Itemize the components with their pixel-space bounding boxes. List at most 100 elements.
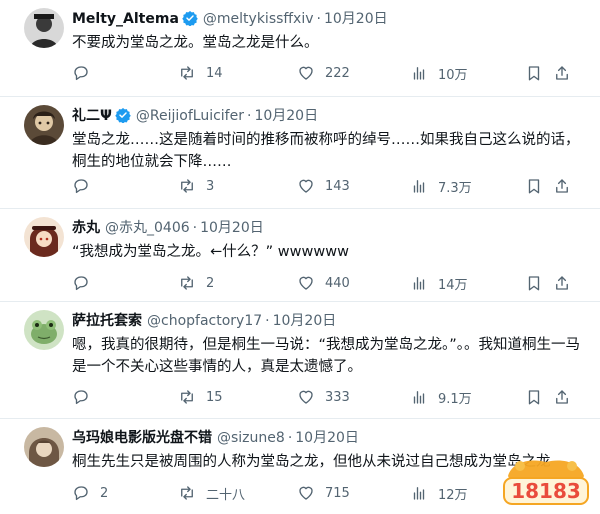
reply-icon — [74, 486, 88, 501]
reply-button[interactable]: 2 — [72, 482, 108, 504]
tweet[interactable]: Melty_Altema @meltykissffxiv · 10月20日 不要成为堂… — [0, 0, 600, 97]
retweet-icon — [181, 486, 193, 500]
bookmark-button[interactable] — [525, 272, 543, 294]
like-count: 333 — [325, 389, 350, 405]
tweet-date[interactable]: 10月20日 — [295, 430, 359, 446]
display-name[interactable]: 乌玛娘电影版光盘不错 — [72, 430, 212, 446]
separator: · — [316, 11, 321, 27]
share-button[interactable] — [553, 175, 571, 197]
tweet-date[interactable]: 10月20日 — [200, 220, 264, 236]
share-icon — [556, 276, 568, 290]
avatar[interactable] — [24, 217, 64, 257]
tweet-actions: 2 440 14万 — [72, 272, 582, 294]
views-button[interactable]: 9.1万 — [410, 386, 472, 408]
retweet-count: 15 — [206, 389, 223, 405]
user-handle[interactable]: @ReijiofLuicifer — [136, 108, 244, 124]
like-button[interactable]: 222 — [297, 62, 350, 84]
display-name[interactable]: 赤丸 — [72, 220, 100, 236]
share-icon — [556, 66, 568, 80]
like-button[interactable]: 715 — [297, 482, 350, 504]
view-count: 10万 — [438, 67, 468, 83]
tweet-date[interactable]: 10月20日 — [273, 313, 337, 329]
view-count: 12万 — [438, 487, 468, 503]
like-count: 143 — [325, 178, 350, 194]
tweet-header: Melty_Altema @meltykissffxiv · 10月20日 — [72, 10, 388, 28]
tweet-actions: 14 222 10万 — [72, 62, 582, 84]
retweet-count: 3 — [206, 178, 215, 194]
separator: · — [246, 108, 252, 124]
reply-icon — [74, 66, 88, 81]
tweet-actions: 15 333 9.1万 — [72, 386, 582, 408]
bookmark-button[interactable] — [525, 62, 543, 84]
heart-icon — [299, 66, 313, 80]
like-count: 222 — [325, 65, 350, 81]
share-icon — [556, 179, 568, 193]
tweet-text: 嗯，我真的很期待，但是桐生一马说：“我想成为堂岛之龙。”。。我知道桐生一马是一个… — [72, 337, 581, 375]
tweet[interactable]: 礼二Ψ @ReijiofLuicifer · 10月20日 堂岛之龙……这是随着时间的… — [0, 97, 600, 209]
reply-button[interactable] — [72, 175, 100, 197]
tweet-text: “我想成为堂岛之龙。←什么？” wwwwww — [72, 244, 349, 260]
display-name[interactable]: 萨拉托套索 — [72, 313, 142, 329]
user-handle[interactable]: @sizune8 — [217, 430, 285, 446]
bookmark-button[interactable] — [525, 386, 543, 408]
reply-button[interactable] — [72, 272, 100, 294]
tweet-date[interactable]: 10月20日 — [324, 11, 388, 27]
avatar[interactable] — [24, 8, 64, 48]
reply-button[interactable] — [72, 62, 100, 84]
share-button[interactable] — [553, 62, 571, 84]
tweet-actions: 3 143 7.3万 — [72, 175, 582, 197]
avatar[interactable] — [24, 310, 64, 350]
retweet-button[interactable]: 15 — [178, 386, 223, 408]
avatar[interactable] — [24, 105, 64, 145]
tweet[interactable]: 赤丸 @赤丸_0406 · 10月20日 “我想成为堂岛之龙。←什么？” wwwwww… — [0, 209, 600, 302]
retweet-icon — [181, 390, 193, 404]
views-chart-icon — [413, 67, 425, 80]
views-button[interactable]: 7.3万 — [410, 175, 472, 197]
display-name[interactable]: 礼二Ψ — [72, 108, 112, 124]
retweet-button[interactable]: 二十八 — [178, 482, 245, 504]
bookmark-icon — [528, 276, 540, 291]
heart-icon — [299, 390, 313, 404]
bookmark-button[interactable] — [525, 175, 543, 197]
tweet-feed: Melty_Altema @meltykissffxiv · 10月20日 不要成为堂… — [0, 0, 600, 514]
like-count: 715 — [325, 485, 350, 501]
tweet-date[interactable]: 10月20日 — [254, 108, 318, 124]
like-button[interactable]: 143 — [297, 175, 350, 197]
verified-badge-icon — [182, 11, 198, 26]
tweet[interactable]: 萨拉托套索 @chopfactory17 · 10月20日 嗯，我真的很期待，但是桐生… — [0, 302, 600, 419]
share-button[interactable] — [553, 272, 571, 294]
like-button[interactable]: 333 — [297, 386, 350, 408]
bookmark-icon — [528, 179, 540, 194]
views-button[interactable]: 12万 — [410, 482, 468, 504]
retweet-count: 二十八 — [206, 487, 246, 503]
views-chart-icon — [413, 180, 425, 193]
view-count: 9.1万 — [438, 391, 472, 407]
like-button[interactable]: 440 — [297, 272, 350, 294]
separator: · — [192, 220, 198, 236]
retweet-icon — [181, 66, 193, 80]
reply-icon — [74, 179, 88, 194]
views-button[interactable]: 14万 — [410, 272, 468, 294]
retweet-button[interactable]: 14 — [178, 62, 223, 84]
watermark-text: 18183 — [511, 479, 581, 503]
heart-icon — [299, 276, 313, 290]
views-button[interactable]: 10万 — [410, 62, 468, 84]
heart-icon — [299, 179, 313, 193]
tweet-header: 萨拉托套索 @chopfactory17 · 10月20日 — [72, 312, 336, 330]
tweet-header: 礼二Ψ @ReijiofLuicifer · 10月20日 — [72, 107, 318, 125]
separator: · — [287, 430, 293, 446]
retweet-icon — [181, 179, 193, 193]
reply-button[interactable] — [72, 386, 100, 408]
retweet-button[interactable]: 3 — [178, 175, 214, 197]
retweet-icon — [181, 276, 193, 290]
display-name[interactable]: Melty_Altema — [72, 11, 179, 27]
share-button[interactable] — [553, 386, 571, 408]
user-handle[interactable]: @meltykissffxiv — [203, 11, 314, 27]
avatar[interactable] — [24, 427, 64, 467]
user-handle[interactable]: @chopfactory17 — [147, 313, 262, 329]
site-watermark-logo: 18183 — [503, 460, 589, 505]
retweet-button[interactable]: 2 — [178, 272, 214, 294]
avatar-image — [24, 310, 64, 350]
retweet-count: 2 — [206, 275, 215, 291]
user-handle[interactable]: @赤丸_0406 — [105, 220, 190, 236]
